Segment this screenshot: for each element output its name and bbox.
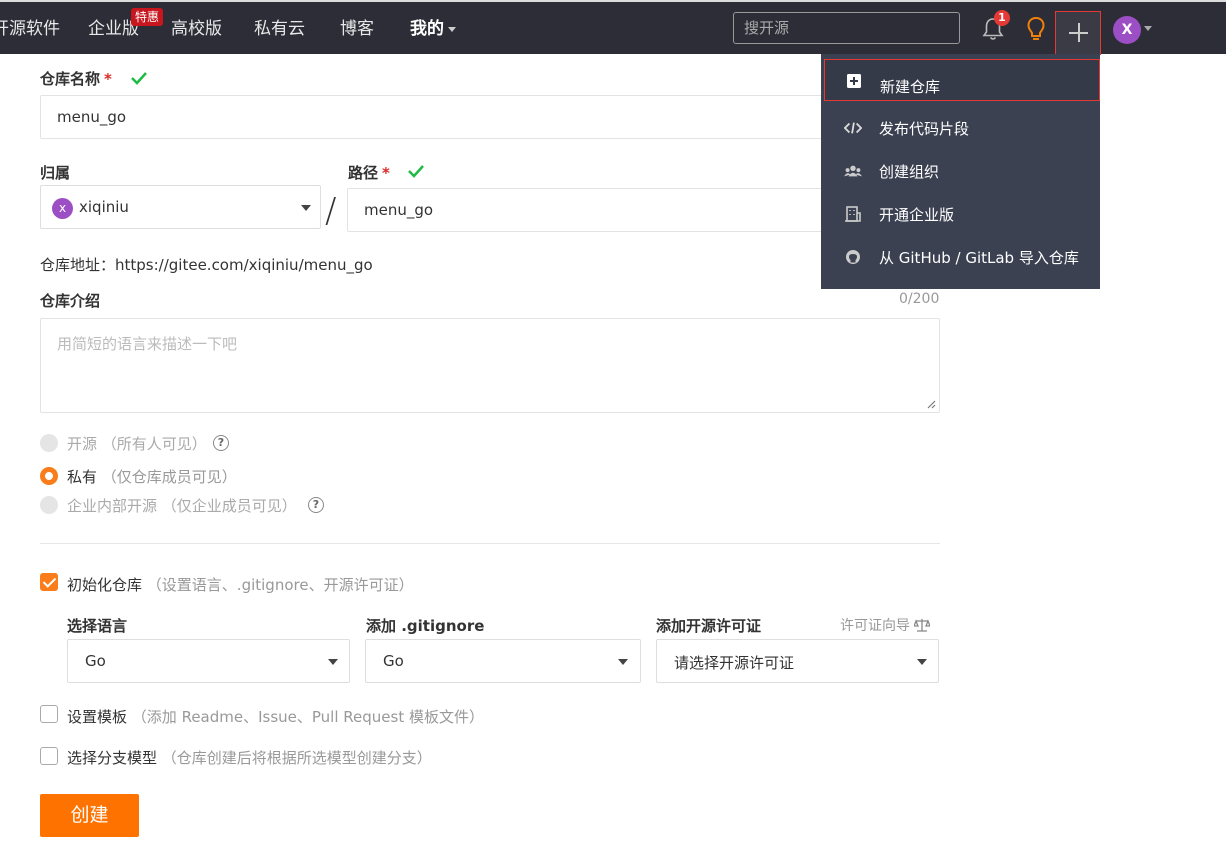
init-repo-hint: （设置语言、.gitignore、开源许可证） — [146, 576, 414, 594]
repo-name-label-text: 仓库名称 — [40, 70, 101, 88]
menu-item-snippet[interactable]: 发布代码片段 — [821, 107, 1100, 149]
language-select[interactable]: Go — [67, 639, 350, 683]
required-mark: * — [104, 70, 112, 88]
menu-item-enterprise[interactable]: 开通企业版 — [821, 193, 1100, 235]
owner-select[interactable]: x xiqiniu — [40, 185, 321, 229]
resize-handle-icon[interactable] — [926, 399, 936, 409]
owner-label: 归属 — [40, 164, 71, 182]
path-label-text: 路径 — [348, 164, 379, 182]
github-icon — [846, 250, 860, 264]
radio-internal-hint: （仅企业成员可见） — [161, 497, 297, 515]
radio-private-hint: （仅仓库成员可见） — [101, 468, 237, 486]
nav-blog[interactable]: 博客 — [340, 14, 374, 39]
radio-public[interactable] — [40, 434, 58, 452]
repo-name-label: 仓库名称 * — [40, 68, 112, 89]
check-icon — [408, 165, 424, 178]
nav-private-cloud[interactable]: 私有云 — [254, 14, 305, 39]
menu-item-create-org[interactable]: 创建组织 — [821, 150, 1100, 192]
chevron-down-icon — [917, 659, 927, 665]
owner-value: xiqiniu — [79, 198, 129, 216]
chevron-down-icon — [618, 659, 628, 665]
code-icon — [844, 122, 862, 134]
chevron-down-icon — [301, 205, 311, 211]
description-textarea[interactable]: 用简短的语言来描述一下吧 — [40, 318, 940, 413]
radio-public-hint: （所有人可见） — [101, 435, 207, 453]
avatar-chevron-down-icon[interactable] — [1144, 26, 1152, 31]
path-label: 路径 * — [348, 162, 390, 183]
radio-internal-label: 企业内部开源 （仅企业成员可见） — [67, 495, 297, 516]
hot-badge: 特惠 — [131, 8, 164, 26]
lightbulb-icon[interactable] — [1025, 15, 1047, 43]
description-counter: 0/200 — [899, 291, 940, 307]
search-input[interactable] — [733, 12, 960, 44]
notification-count-badge: 1 — [994, 10, 1010, 26]
path-separator: / — [325, 191, 337, 231]
radio-private-label: 私有 （仅仓库成员可见） — [67, 466, 237, 487]
building-icon — [845, 206, 861, 222]
radio-private[interactable] — [40, 467, 58, 485]
branch-model-hint: （仓库创建后将根据所选模型创建分支） — [161, 749, 432, 767]
create-button[interactable]: 创建 — [40, 794, 139, 837]
description-label: 仓库介绍 — [40, 292, 101, 310]
menu-item-label: 开通企业版 — [879, 206, 955, 224]
repo-name-input[interactable]: menu_go — [40, 95, 940, 139]
owner-avatar: x — [52, 198, 73, 219]
language-value: Go — [85, 652, 106, 670]
template-label: 设置模板 （添加 Readme、Issue、Pull Request 模板文件） — [67, 706, 484, 727]
init-repo-label: 初始化仓库 （设置语言、.gitignore、开源许可证） — [67, 574, 414, 595]
menu-item-label: 从 GitHub / GitLab 导入仓库 — [879, 249, 1079, 267]
required-mark: * — [382, 164, 390, 182]
repo-url: 仓库地址：https://gitee.com/xiqiniu/menu_go — [40, 256, 373, 274]
divider — [40, 543, 940, 544]
license-guide-link[interactable]: 许可证向导 — [840, 615, 932, 635]
license-label: 添加开源许可证 — [656, 617, 762, 635]
radio-internal-text: 企业内部开源 — [67, 497, 158, 515]
scale-icon — [913, 619, 932, 632]
license-select[interactable]: 请选择开源许可证 — [656, 639, 939, 683]
radio-public-label: 开源 （所有人可见） — [67, 433, 207, 454]
radio-public-text: 开源 — [67, 435, 98, 453]
user-avatar[interactable]: X — [1113, 16, 1141, 44]
template-checkbox[interactable] — [40, 705, 58, 723]
menu-item-label: 创建组织 — [879, 163, 940, 181]
menu-item-label: 新建仓库 — [880, 78, 941, 96]
chevron-down-icon — [328, 659, 338, 665]
menu-item-new-repo[interactable]: 新建仓库 — [824, 59, 1100, 101]
menu-item-import[interactable]: 从 GitHub / GitLab 导入仓库 — [821, 236, 1100, 278]
help-icon[interactable]: ? — [308, 497, 324, 513]
gitignore-select[interactable]: Go — [365, 639, 641, 683]
menu-item-label: 发布代码片段 — [879, 120, 970, 138]
nav-mine[interactable]: 我的 — [410, 14, 456, 39]
branch-model-text: 选择分支模型 — [67, 749, 158, 767]
radio-internal[interactable] — [40, 496, 58, 514]
branch-model-checkbox[interactable] — [40, 747, 58, 765]
init-repo-text: 初始化仓库 — [67, 576, 143, 594]
license-guide-text: 许可证向导 — [840, 618, 910, 634]
init-repo-checkbox[interactable] — [40, 573, 58, 591]
create-plus-button[interactable] — [1055, 11, 1101, 55]
template-text: 设置模板 — [67, 708, 128, 726]
top-navbar: 开源软件 企业版 特惠 高校版 私有云 博客 我的 1 X — [0, 0, 1226, 55]
description-placeholder: 用简短的语言来描述一下吧 — [57, 335, 238, 353]
nav-open-source[interactable]: 开源软件 — [0, 14, 60, 39]
radio-private-text: 私有 — [67, 468, 98, 486]
nav-university[interactable]: 高校版 — [171, 14, 222, 39]
users-icon — [844, 165, 862, 177]
license-value: 请选择开源许可证 — [674, 654, 795, 672]
chevron-down-icon — [448, 26, 456, 32]
plus-square-icon — [847, 74, 861, 88]
check-icon — [131, 72, 147, 85]
language-label: 选择语言 — [67, 617, 128, 635]
gitignore-label: 添加 .gitignore — [366, 617, 485, 635]
nav-mine-label: 我的 — [410, 19, 444, 39]
gitignore-value: Go — [383, 652, 404, 670]
branch-model-label: 选择分支模型 （仓库创建后将根据所选模型创建分支） — [67, 747, 432, 768]
help-icon[interactable]: ? — [213, 435, 229, 451]
template-hint: （添加 Readme、Issue、Pull Request 模板文件） — [131, 708, 484, 726]
create-dropdown-menu: 新建仓库 发布代码片段 创建组织 开通企业版 从 GitHub / GitLab… — [821, 54, 1100, 289]
